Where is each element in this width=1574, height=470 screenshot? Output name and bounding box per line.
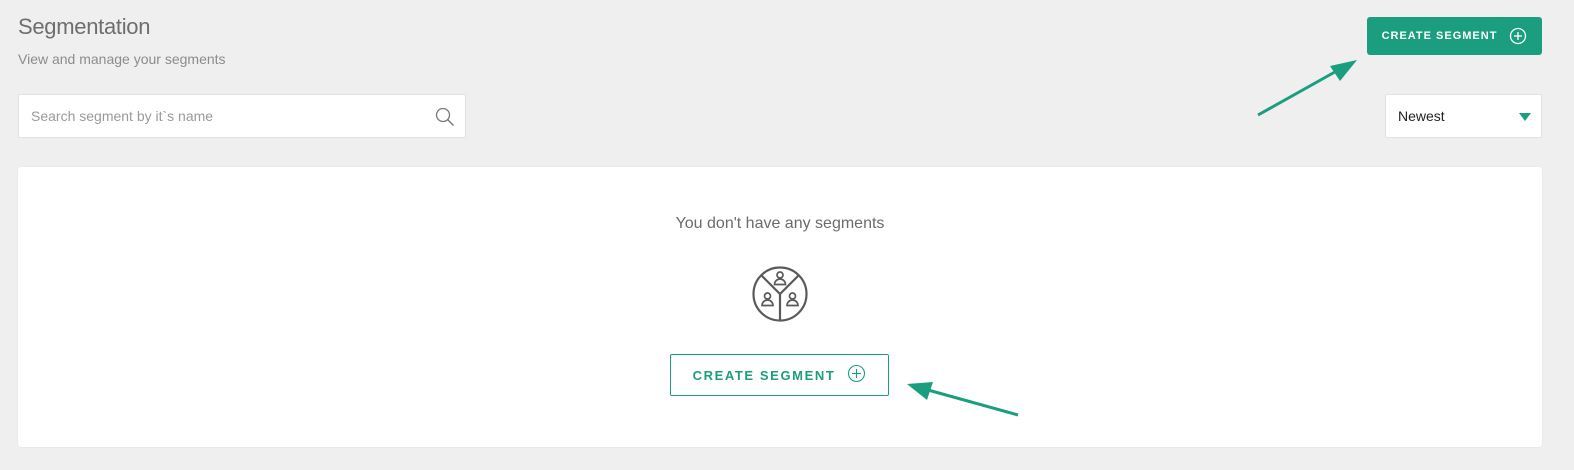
plus-circle-icon (847, 364, 866, 386)
empty-state-message: You don't have any segments (675, 215, 885, 232)
create-segment-button[interactable]: CREATE SEGMENT (1367, 17, 1542, 55)
page-subtitle: View and manage your segments (18, 51, 226, 67)
segments-panel: You don't have any segments CREATE SEGME… (18, 167, 1542, 447)
sort-dropdown[interactable]: Newest (1385, 94, 1542, 138)
create-segment-button-label: CREATE SEGMENT (1381, 30, 1498, 42)
search-box (18, 94, 466, 138)
search-icon[interactable] (435, 107, 455, 132)
empty-state-create-segment-label: CREATE SEGMENT (692, 367, 836, 383)
page-title: Segmentation (18, 14, 151, 39)
sort-selected-value: Newest (1398, 108, 1445, 124)
plus-circle-icon (1509, 27, 1527, 45)
search-input[interactable] (19, 95, 465, 137)
annotation-arrow-top (1257, 60, 1357, 117)
segments-icon (751, 265, 809, 328)
empty-state-create-segment-button[interactable]: CREATE SEGMENT (670, 354, 889, 396)
caret-down-icon (1519, 113, 1531, 121)
